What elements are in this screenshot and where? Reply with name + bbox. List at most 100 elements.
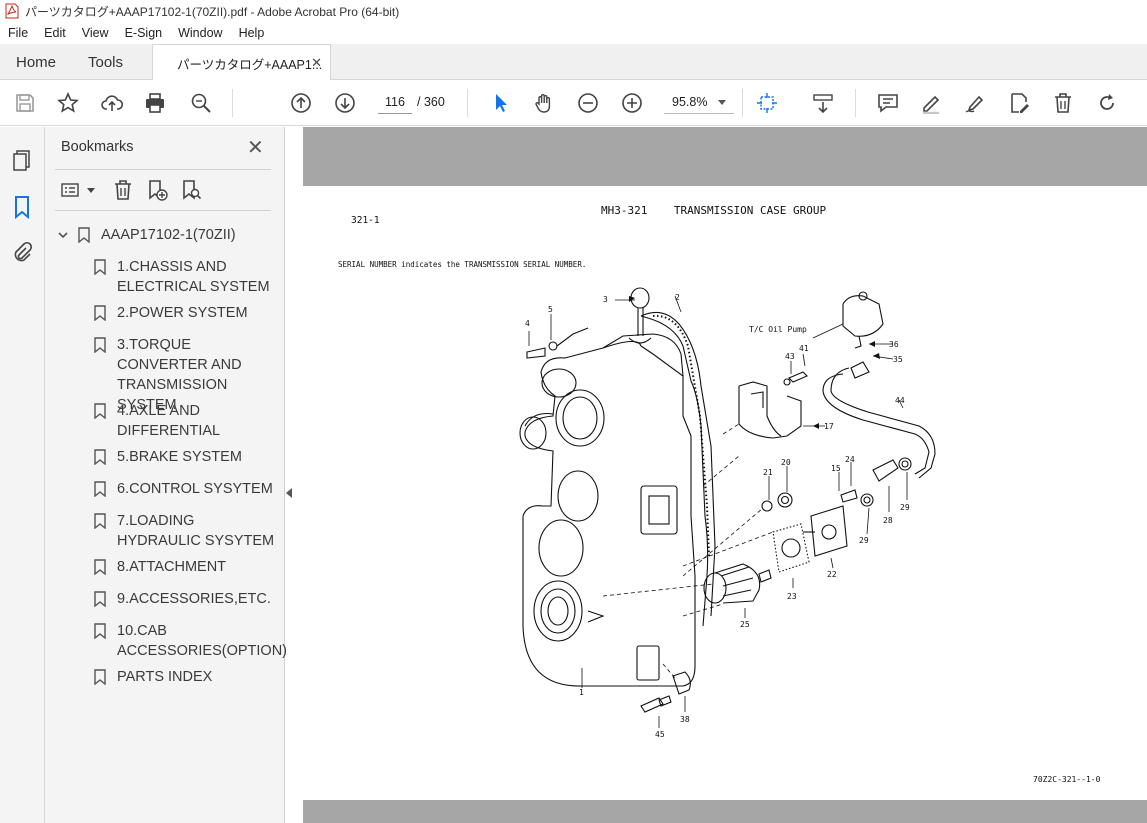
callout-1: 1 <box>579 688 584 697</box>
bookmark-icon <box>78 227 90 243</box>
left-navigation-rail <box>0 127 45 823</box>
collapse-chevron-icon[interactable] <box>57 229 69 241</box>
scroll-mode-icon[interactable] <box>811 91 835 115</box>
menu-esign[interactable]: E-Sign <box>117 26 171 40</box>
callout-5: 5 <box>548 305 553 314</box>
highlight-pen-icon[interactable] <box>919 91 943 115</box>
save-icon[interactable] <box>13 91 37 115</box>
bookmark-options-dropdown-icon[interactable] <box>87 188 95 193</box>
bookmark-item[interactable]: 5.BRAKE SYSTEM <box>117 447 277 467</box>
callout-36: 36 <box>889 340 899 349</box>
callout-29b: 29 <box>859 536 869 545</box>
new-bookmark-icon[interactable] <box>145 178 169 202</box>
bookmark-icon <box>94 669 106 685</box>
menu-file[interactable]: File <box>0 26 36 40</box>
bookmark-item[interactable]: 4.AXLE AND DIFFERENTIAL <box>117 401 257 441</box>
menu-edit[interactable]: Edit <box>36 26 74 40</box>
callout-25: 25 <box>740 620 750 629</box>
menu-window[interactable]: Window <box>170 26 230 40</box>
bookmark-item[interactable]: 1.CHASSIS AND ELECTRICAL SYSTEM <box>117 257 277 297</box>
bookmark-icon <box>94 623 106 639</box>
callout-24: 24 <box>845 455 855 464</box>
tab-home[interactable]: Home <box>16 44 56 80</box>
previous-page-icon[interactable] <box>289 91 313 115</box>
bookmark-icon <box>94 305 106 321</box>
print-icon[interactable] <box>143 91 167 115</box>
pdf-page: 321-1 MH3-321 TRANSMISSION CASE GROUP SE… <box>303 186 1147 800</box>
edit-pdf-icon[interactable] <box>1007 91 1031 115</box>
callout-23: 23 <box>787 592 797 601</box>
toolbar <box>0 80 1147 185</box>
callout-21: 21 <box>763 468 773 477</box>
bookmark-item[interactable]: 7.LOADING HYDRAULIC SYSYTEM <box>117 511 282 551</box>
cloud-upload-icon[interactable] <box>100 91 124 115</box>
bookmark-options-icon[interactable] <box>59 178 83 202</box>
callout-45: 45 <box>655 730 665 739</box>
bookmark-icon <box>94 513 106 529</box>
close-panel-icon[interactable]: ✕ <box>247 135 264 160</box>
next-page-icon[interactable] <box>333 91 357 115</box>
comment-icon[interactable] <box>876 91 900 115</box>
callout-28: 28 <box>883 516 893 525</box>
close-tab-icon[interactable]: ✕ <box>311 55 322 71</box>
menu-help[interactable]: Help <box>231 26 273 40</box>
bookmarks-panel-icon[interactable] <box>10 195 34 219</box>
bookmarks-panel-title: Bookmarks <box>61 139 134 155</box>
window-title: パーツカタログ+AAAP17102-1(70ZII).pdf - Adobe A… <box>25 4 400 19</box>
page-thumbnails-icon[interactable] <box>10 148 34 172</box>
bookmark-item[interactable]: PARTS INDEX <box>117 667 277 687</box>
zoom-select[interactable]: 95.8% <box>664 92 734 114</box>
tab-document-label: パーツカタログ+AAAP1... <box>177 57 323 72</box>
callout-15: 15 <box>831 464 841 473</box>
toolbar-divider <box>855 89 856 117</box>
rotate-redo-icon[interactable] <box>1095 91 1119 115</box>
bookmark-icon <box>94 449 106 465</box>
bookmark-icon <box>94 259 106 275</box>
zoom-in-icon[interactable] <box>620 91 644 115</box>
collapse-panel-arrow-icon[interactable] <box>286 488 292 498</box>
hand-tool-icon[interactable] <box>532 91 556 115</box>
callout-3: 3 <box>603 295 608 304</box>
callout-35: 35 <box>893 355 903 364</box>
toolbar-divider <box>467 89 468 117</box>
callout-43: 43 <box>785 352 795 361</box>
page-number-input[interactable] <box>378 90 412 114</box>
star-icon[interactable] <box>56 91 80 115</box>
attachments-icon[interactable] <box>10 241 34 265</box>
title-bar: パーツカタログ+AAAP17102-1(70ZII).pdf - Adobe A… <box>0 0 1147 22</box>
toolbar-divider <box>742 89 743 117</box>
callout-29a: 29 <box>900 503 910 512</box>
callout-4: 4 <box>525 319 530 328</box>
menu-bar: File Edit View E-Sign Window Help <box>0 22 1147 44</box>
bookmark-item[interactable]: 8.ATTACHMENT <box>117 557 277 577</box>
zoom-value: 95.8% <box>672 95 708 109</box>
select-cursor-icon[interactable] <box>489 91 513 115</box>
delete-bookmark-icon[interactable] <box>111 178 135 202</box>
bookmark-search-icon[interactable] <box>179 178 203 202</box>
zoom-search-icon[interactable] <box>189 91 213 115</box>
fit-page-icon[interactable] <box>755 91 779 115</box>
bookmark-icon <box>94 337 106 353</box>
bookmark-item[interactable]: 10.CAB ACCESSORIES(OPTION) <box>117 621 287 661</box>
bookmarks-toolbar <box>55 169 271 211</box>
tab-bar: Home Tools パーツカタログ+AAAP1... ✕ <box>0 44 1147 81</box>
transmission-case-diagram <box>519 287 936 728</box>
bookmarks-panel: Bookmarks ✕ AAAP17102-1(70ZII) 1.CHASSIS… <box>45 127 287 823</box>
bookmark-item[interactable]: 2.POWER SYSTEM <box>117 303 277 323</box>
zoom-out-icon[interactable] <box>576 91 600 115</box>
draw-sign-icon[interactable] <box>963 91 987 115</box>
pump-label: T/C Oil Pump <box>749 325 807 334</box>
menu-view[interactable]: View <box>74 26 117 40</box>
bookmark-icon <box>94 591 106 607</box>
tab-tools[interactable]: Tools <box>88 44 123 80</box>
tab-document[interactable]: パーツカタログ+AAAP1... ✕ <box>152 44 331 81</box>
bookmark-icon <box>94 403 106 419</box>
callout-17: 17 <box>824 422 834 431</box>
callout-44: 44 <box>895 396 905 405</box>
bookmark-root[interactable]: AAAP17102-1(70ZII) <box>101 225 236 245</box>
bookmark-item[interactable]: 6.CONTROL SYSYTEM <box>117 479 282 499</box>
delete-icon[interactable] <box>1051 91 1075 115</box>
callout-2: 2 <box>675 293 680 302</box>
zoom-dropdown-icon <box>718 100 726 105</box>
bookmark-item[interactable]: 9.ACCESSORIES,ETC. <box>117 589 277 609</box>
